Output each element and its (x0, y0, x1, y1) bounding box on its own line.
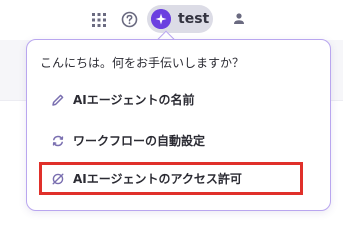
apps-grid-icon[interactable] (92, 13, 106, 27)
person-icon[interactable] (231, 11, 247, 27)
help-circle-icon[interactable] (121, 11, 138, 28)
popup-greeting: こんにちは。何をお手伝いしますか？ (40, 56, 245, 70)
assistant-popup: こんにちは。何をお手伝いしますか？ AIエージェントの名前 ワークフローの自動設… (26, 39, 331, 211)
menu-item-label: ワークフローの自動設定 (73, 134, 206, 148)
user-menu-button[interactable]: test (147, 5, 213, 33)
user-name: test (178, 11, 210, 27)
refresh-icon (52, 135, 64, 147)
menu-item-workflow-auto-setup[interactable]: ワークフローの自動設定 (43, 130, 298, 154)
top-bar: test (0, 0, 343, 40)
pencil-icon (52, 94, 64, 106)
app-window: test こんにちは。何をお手伝いしますか？ AIエージェントの名前 ワークフロ… (0, 0, 343, 222)
menu-item-label: AIエージェントの名前 (73, 93, 195, 107)
highlight-annotation (39, 162, 303, 195)
user-avatar-icon (151, 9, 171, 29)
menu-item-agent-name[interactable]: AIエージェントの名前 (43, 89, 298, 113)
